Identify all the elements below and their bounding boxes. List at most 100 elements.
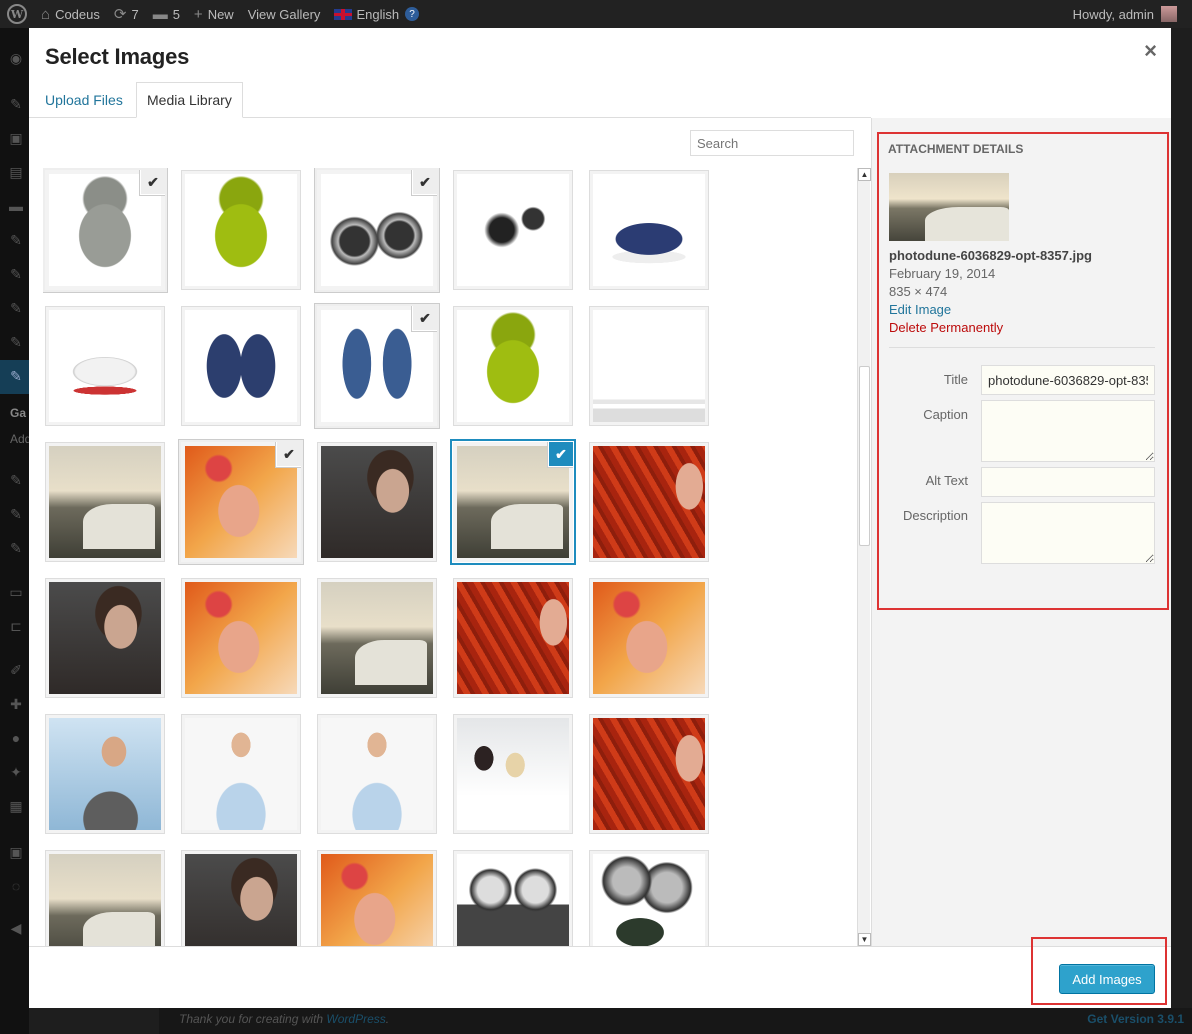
attachment-autumn-2[interactable] xyxy=(181,578,301,698)
attachment-office[interactable] xyxy=(453,714,573,834)
pin-icon[interactable]: ✎ xyxy=(8,232,24,248)
checkmark-icon[interactable]: ✔ xyxy=(277,442,301,466)
attachment-date: February 19, 2014 xyxy=(889,266,996,281)
attachment-document[interactable] xyxy=(589,306,709,426)
attachment-sneaker-white[interactable] xyxy=(45,306,165,426)
checkmark-icon[interactable]: ✔ xyxy=(549,442,573,466)
attachment-smoker-3[interactable] xyxy=(181,850,301,946)
add-images-button[interactable]: Add Images xyxy=(1059,964,1155,994)
grid-scrollbar[interactable]: ▲ ▼ xyxy=(857,168,871,946)
slider-icon[interactable]: ▣ xyxy=(8,844,24,860)
scroll-up-icon[interactable]: ▲ xyxy=(858,168,871,181)
pages-icon[interactable]: ▤ xyxy=(8,164,24,180)
attachment-headphones-cable[interactable] xyxy=(453,170,573,290)
dashboard-icon[interactable]: ◉ xyxy=(8,50,24,66)
alt-text-field[interactable] xyxy=(981,467,1155,497)
attachment-sneaker-pair[interactable] xyxy=(181,306,301,426)
pin-icon[interactable]: ✎ xyxy=(8,334,24,350)
attachment-businessman-2[interactable] xyxy=(317,714,437,834)
checkmark-icon[interactable]: ✔ xyxy=(141,170,165,194)
caption-field[interactable] xyxy=(981,400,1155,462)
settings-icon[interactable]: ▦ xyxy=(8,798,24,814)
attachment-businessman[interactable] xyxy=(181,714,301,834)
edit-image-link[interactable]: Edit Image xyxy=(889,302,951,317)
attachment-car-2[interactable] xyxy=(317,578,437,698)
attachment-projector[interactable] xyxy=(589,850,709,946)
attachment-image xyxy=(457,310,569,422)
attachment-car-3[interactable] xyxy=(45,850,165,946)
menu-label-gallery[interactable]: Ga xyxy=(10,406,26,420)
pin-icon[interactable]: ✎ xyxy=(8,540,24,556)
wordpress-logo-menu[interactable]: W xyxy=(0,0,34,28)
account-menu[interactable]: Howdy, admin xyxy=(1066,0,1192,28)
attachment-autumn-4[interactable] xyxy=(317,850,437,946)
attachment-sneaker-top[interactable]: ✔ xyxy=(317,306,437,426)
site-name: Codeus xyxy=(55,6,100,22)
checkmark-icon[interactable]: ✔ xyxy=(413,306,437,330)
scroll-thumb[interactable] xyxy=(859,366,870,546)
attachment-image xyxy=(185,718,297,830)
comment-icon: ▬ xyxy=(152,5,168,23)
attachment-image xyxy=(321,582,433,694)
comments-count: 5 xyxy=(172,6,180,22)
new-content-menu[interactable]: + New xyxy=(187,0,241,28)
title-field[interactable] xyxy=(981,365,1155,395)
close-icon[interactable]: × xyxy=(1144,38,1157,64)
search-icon[interactable]: ◌ xyxy=(8,878,24,894)
appearance-icon[interactable]: ✐ xyxy=(8,662,24,678)
attachment-smoker[interactable] xyxy=(317,442,437,562)
pin-icon[interactable]: ✎ xyxy=(8,96,24,112)
pin-icon[interactable]: ✎ xyxy=(8,506,24,522)
attachment-recorder[interactable] xyxy=(453,850,573,946)
pin-icon[interactable]: ✎ xyxy=(8,266,24,282)
attachment-hoodie-green-2[interactable] xyxy=(453,306,573,426)
tools-icon[interactable]: ✦ xyxy=(8,764,24,780)
plugins-icon[interactable]: ✚ xyxy=(8,696,24,712)
wordpress-link[interactable]: WordPress xyxy=(326,1012,385,1026)
comments-menu[interactable]: ▬ 5 xyxy=(146,0,187,28)
attachment-image xyxy=(457,174,569,286)
attachment-image xyxy=(321,854,433,946)
attachment-image xyxy=(49,446,161,558)
attachment-autumn[interactable]: ✔ xyxy=(181,442,301,562)
attachment-image xyxy=(457,582,569,694)
tab-media-library[interactable]: Media Library xyxy=(136,82,243,118)
users-icon[interactable]: ● xyxy=(8,730,24,746)
attachment-image xyxy=(185,854,297,946)
collapse-icon[interactable]: ◀ xyxy=(8,920,24,936)
attachment-image xyxy=(185,174,297,286)
media-icon[interactable]: ▣ xyxy=(8,130,24,146)
attachment-image xyxy=(593,446,705,558)
attachment-autumn-3[interactable] xyxy=(589,578,709,698)
attachment-hoodie-grey[interactable]: ✔ xyxy=(45,170,165,290)
attachment-car-active[interactable]: ✔ xyxy=(453,442,573,562)
tab-upload-files[interactable]: Upload Files xyxy=(35,82,133,118)
attachment-sneaker-blue[interactable] xyxy=(589,170,709,290)
attachment-redhair-3[interactable] xyxy=(589,714,709,834)
attachment-smoker-2[interactable] xyxy=(45,578,165,698)
language-menu[interactable]: English? xyxy=(327,0,426,28)
description-field[interactable] xyxy=(981,502,1155,564)
attachment-redhair[interactable] xyxy=(589,442,709,562)
pin-icon[interactable]: ✎ xyxy=(8,300,24,316)
view-gallery-link[interactable]: View Gallery xyxy=(241,0,328,28)
updates-menu[interactable]: ⟳ 7 xyxy=(107,0,146,28)
search-input[interactable] xyxy=(690,130,854,156)
pin-icon[interactable]: ✎ xyxy=(8,472,24,488)
comments-icon[interactable]: ▬ xyxy=(8,198,24,214)
delete-permanently-link[interactable]: Delete Permanently xyxy=(889,320,1003,335)
attachment-man[interactable] xyxy=(45,714,165,834)
attachment-headphones[interactable]: ✔ xyxy=(317,170,437,290)
wordpress-logo-icon: W xyxy=(7,4,27,24)
attachment-redhair-2[interactable] xyxy=(453,578,573,698)
attachment-dimensions: 835 × 474 xyxy=(889,284,948,299)
checkmark-icon[interactable]: ✔ xyxy=(413,170,437,194)
scroll-down-icon[interactable]: ▼ xyxy=(858,933,871,946)
site-name-menu[interactable]: ⌂ Codeus xyxy=(34,0,107,28)
version-link[interactable]: Get Version 3.9.1 xyxy=(1087,1012,1184,1026)
attachment-hoodie-green[interactable] xyxy=(181,170,301,290)
forms-icon[interactable]: ▭ xyxy=(8,584,24,600)
cart-icon[interactable]: ⊏ xyxy=(8,618,24,634)
attachment-car[interactable] xyxy=(45,442,165,562)
attachment-image xyxy=(49,854,161,946)
